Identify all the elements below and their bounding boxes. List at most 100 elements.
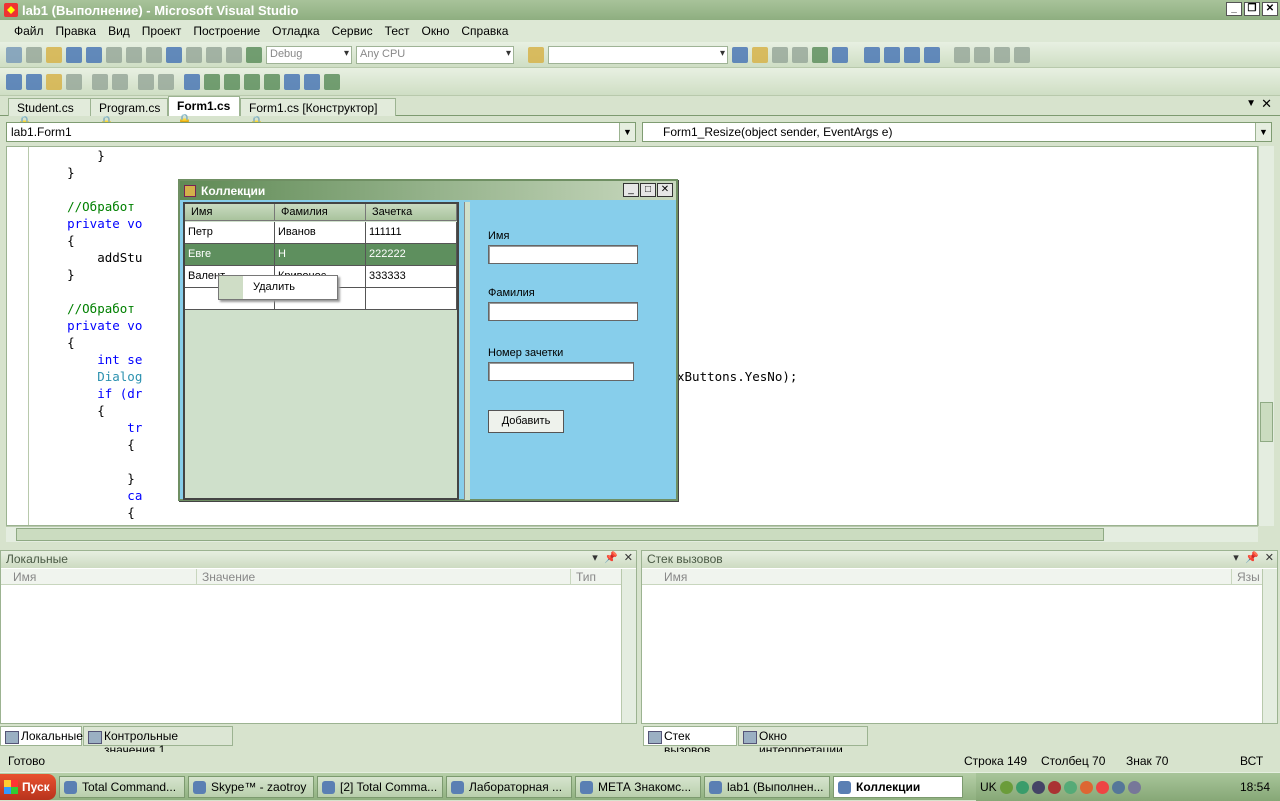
grid-cell[interactable]: Петр [185, 222, 275, 244]
next-bookmark-doc-icon[interactable] [304, 73, 320, 90]
tab-program-cs[interactable]: Program.cs 🔒 [90, 98, 168, 129]
find-combo[interactable] [548, 45, 728, 64]
menu-help[interactable]: Справка [455, 24, 514, 38]
tray-icon[interactable] [1015, 780, 1029, 794]
network-icon[interactable] [1031, 780, 1045, 794]
tray-icon[interactable] [1047, 780, 1061, 794]
solution-platform-select[interactable]: Any CPU [356, 45, 514, 64]
surname-input[interactable] [488, 302, 638, 321]
taskbar-item-active[interactable]: Коллекции [833, 775, 963, 798]
close-icon[interactable]: ✕ [624, 552, 633, 564]
menu-edit[interactable]: Правка [50, 24, 103, 38]
step-into-icon[interactable] [974, 46, 990, 63]
menu-view[interactable]: Вид [102, 24, 136, 38]
menu-build[interactable]: Построение [187, 24, 266, 38]
previous-bookmark-doc-icon[interactable] [284, 73, 300, 90]
start-debugging-icon[interactable] [246, 46, 262, 63]
undo-icon[interactable] [166, 46, 182, 63]
language-indicator[interactable]: UK [980, 780, 997, 794]
copy-icon[interactable] [126, 46, 142, 63]
menu-test[interactable]: Тест [379, 24, 416, 38]
clear-bookmarks-icon[interactable] [324, 73, 340, 90]
tray-icon[interactable] [1111, 780, 1125, 794]
previous-bookmark-folder-icon[interactable] [244, 73, 260, 90]
close-icon[interactable]: ✕ [1265, 552, 1274, 564]
maximize-button[interactable]: ❐ [1244, 2, 1260, 16]
taskbar-item[interactable]: [2] Total Comma... [317, 775, 443, 798]
toolbox-icon[interactable] [792, 46, 808, 63]
form-minimize-button[interactable]: _ [623, 183, 639, 197]
step-over-icon[interactable] [994, 46, 1010, 63]
next-bookmark-icon[interactable] [224, 73, 240, 90]
taskbar-item[interactable]: Skype™ - zaotroy [188, 775, 314, 798]
grid-cell[interactable]: 333333 [366, 266, 457, 288]
splitter[interactable] [464, 202, 470, 500]
tray-icon[interactable] [1095, 780, 1109, 794]
column-header[interactable]: Имя [642, 569, 1232, 585]
form-maximize-button[interactable]: □ [640, 183, 656, 197]
form-close-button[interactable]: ✕ [657, 183, 673, 197]
start-button[interactable]: Пуск [0, 773, 56, 800]
break-all-icon[interactable] [884, 46, 900, 63]
column-header-record[interactable]: Зачетка [366, 204, 457, 221]
save-all-icon[interactable] [86, 46, 102, 63]
column-header-name[interactable]: Имя [185, 204, 275, 221]
scroll-thumb[interactable] [16, 528, 1104, 541]
volume-icon[interactable] [1063, 780, 1077, 794]
tray-icon[interactable] [999, 780, 1013, 794]
taskbar-item[interactable]: Лабораторная ... [446, 775, 572, 798]
show-next-statement-icon[interactable] [954, 46, 970, 63]
grid-cell[interactable]: 111111 [366, 222, 457, 244]
add-item-icon[interactable] [26, 46, 42, 63]
object-browser-icon[interactable] [772, 46, 788, 63]
open-file-icon[interactable] [46, 46, 62, 63]
editor-horizontal-scrollbar[interactable] [6, 526, 1258, 542]
tab-locals[interactable]: Локальные [0, 726, 83, 746]
column-header[interactable]: Значение [197, 569, 571, 585]
tab-immediate-window[interactable]: Окно интерпретации [738, 726, 868, 757]
tray-icon[interactable] [1079, 780, 1093, 794]
students-data-grid[interactable]: Имя Фамилия Зачетка Петр Иванов 111111 Е… [183, 202, 459, 500]
class-navigator-select[interactable]: lab1.Form1 ▼ [6, 122, 636, 142]
pin-icon[interactable]: 📌 [1245, 552, 1259, 564]
grid-cell[interactable]: Иванов [275, 222, 366, 244]
display-object-member-list-icon[interactable] [6, 73, 22, 90]
continue-icon[interactable] [864, 46, 880, 63]
editor-vertical-scrollbar[interactable] [1258, 146, 1274, 526]
menu-project[interactable]: Проект [136, 24, 188, 38]
menu-tools[interactable]: Сервис [326, 24, 379, 38]
window-position-icon[interactable]: ▾ [592, 552, 598, 564]
call-stack-scrollbar[interactable] [1262, 569, 1277, 723]
grid-cell-selected[interactable]: Евге [185, 244, 275, 266]
comment-lines-icon[interactable] [138, 73, 154, 90]
context-menu-delete[interactable]: Удалить [253, 281, 295, 293]
redo-icon[interactable] [186, 46, 202, 63]
add-button[interactable]: Добавить [488, 410, 564, 433]
decrease-indent-icon[interactable] [92, 73, 108, 90]
stop-debugging-icon[interactable] [904, 46, 920, 63]
toggle-bookmark-icon[interactable] [184, 73, 200, 90]
solution-config-select[interactable]: Debug [266, 45, 352, 64]
close-document-icon[interactable]: ✕ [1261, 96, 1272, 112]
grid-new-row-cell[interactable] [366, 288, 457, 310]
pin-icon[interactable]: 📌 [604, 552, 618, 564]
uncomment-lines-icon[interactable] [158, 73, 174, 90]
tab-watch-1[interactable]: Контрольные значения 1 [83, 726, 233, 757]
complete-word-icon[interactable] [66, 73, 82, 90]
column-header-surname[interactable]: Фамилия [275, 204, 366, 221]
paste-icon[interactable] [146, 46, 162, 63]
menu-debug[interactable]: Отладка [266, 24, 325, 38]
scroll-thumb[interactable] [1260, 402, 1273, 442]
quick-info-icon[interactable] [46, 73, 62, 90]
navigate-back-icon[interactable] [206, 46, 222, 63]
tab-call-stack[interactable]: Стек вызовов [643, 726, 737, 757]
record-number-input[interactable] [488, 362, 634, 381]
solution-explorer-icon[interactable] [732, 46, 748, 63]
tab-form1-cs[interactable]: Form1.cs🔒 [168, 96, 240, 127]
minimize-button[interactable]: _ [1226, 2, 1242, 16]
tab-list-dropdown-icon[interactable]: ▼ [1246, 98, 1256, 109]
start-page-icon[interactable] [812, 46, 828, 63]
member-navigator-select[interactable]: Form1_Resize(object sender, EventArgs e)… [642, 122, 1272, 142]
taskbar-item[interactable]: МЕТА Знакомс... [575, 775, 701, 798]
navigate-forward-icon[interactable] [226, 46, 242, 63]
